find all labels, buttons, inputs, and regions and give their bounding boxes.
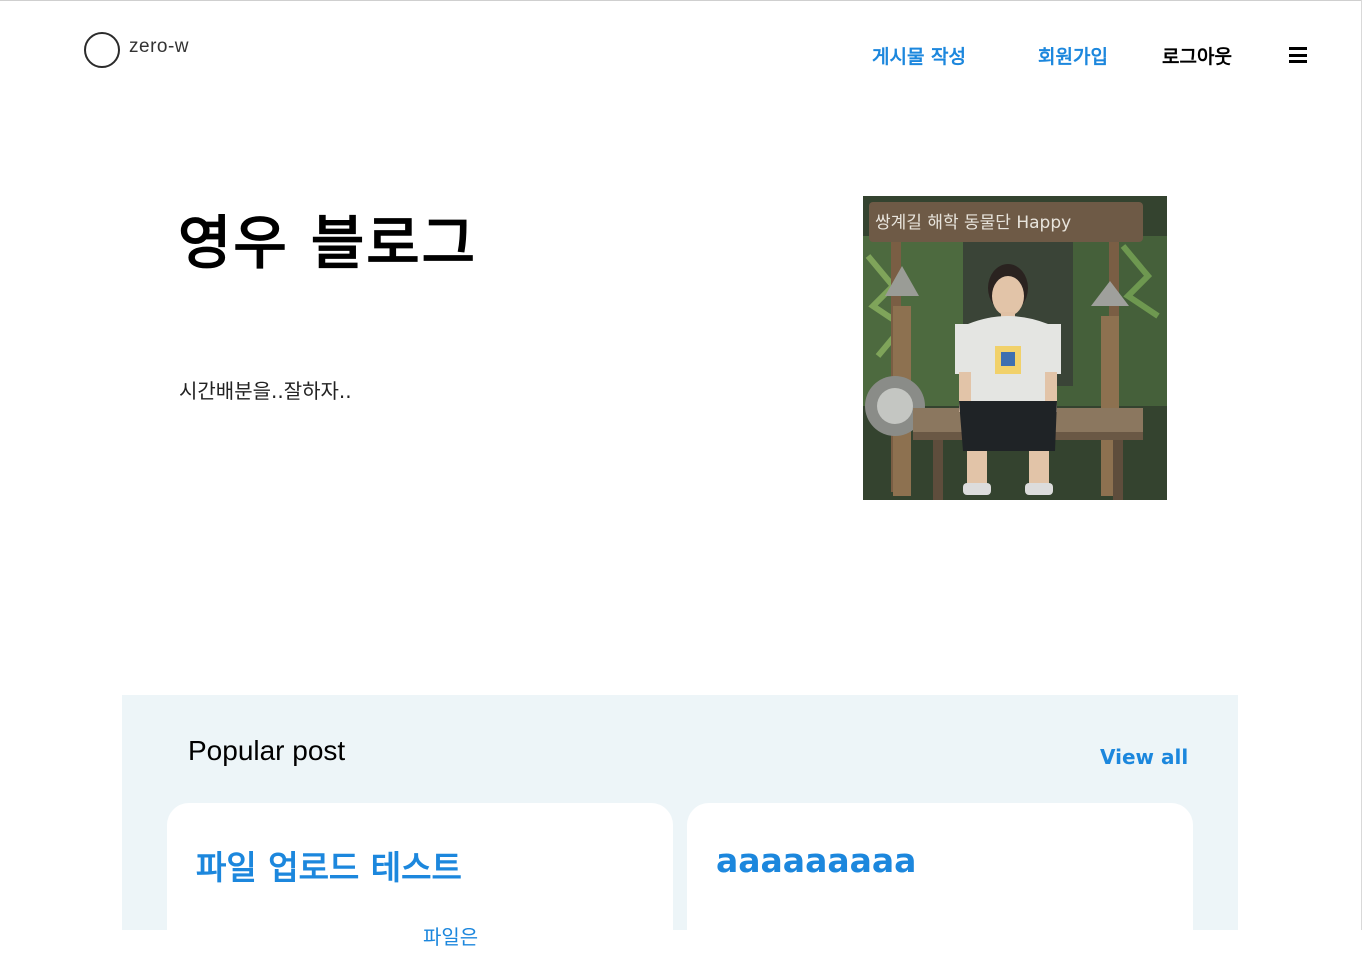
nav-sign-up-link[interactable]: 회원가입 <box>1038 42 1108 69</box>
post-card[interactable]: aaaaaaaaa <box>687 803 1193 963</box>
post-card-title[interactable]: 파일 업로드 테스트 <box>196 841 462 889</box>
popular-posts-section: Popular post View all 파일 업로드 테스트 파일은 aaa… <box>122 695 1238 963</box>
logo-text: zero-w <box>129 36 190 57</box>
logo-circle-icon <box>84 32 120 68</box>
blog-subtitle: 시간배분을..잘하자.. <box>179 379 352 403</box>
view-all-link[interactable]: View all <box>1100 745 1188 769</box>
post-card-title[interactable]: aaaaaaaaa <box>716 841 916 880</box>
site-logo[interactable]: zero-w <box>84 32 189 68</box>
hamburger-menu-icon[interactable] <box>1289 47 1307 63</box>
nav-write-post-link[interactable]: 게시물 작성 <box>872 42 966 69</box>
blog-title: 영우 블로그 <box>178 209 477 277</box>
popular-heading: Popular post <box>188 735 346 766</box>
top-border <box>0 0 1362 1</box>
nav-logout-link[interactable]: 로그아웃 <box>1162 42 1232 69</box>
profile-photo: 쌍계길 해학 동물단 Happy <box>863 196 1167 500</box>
post-card[interactable]: 파일 업로드 테스트 파일은 <box>167 803 673 963</box>
post-card-excerpt: 파일은 <box>423 925 479 949</box>
photo-sign-text: 쌍계길 해학 동물단 Happy <box>875 213 1071 233</box>
